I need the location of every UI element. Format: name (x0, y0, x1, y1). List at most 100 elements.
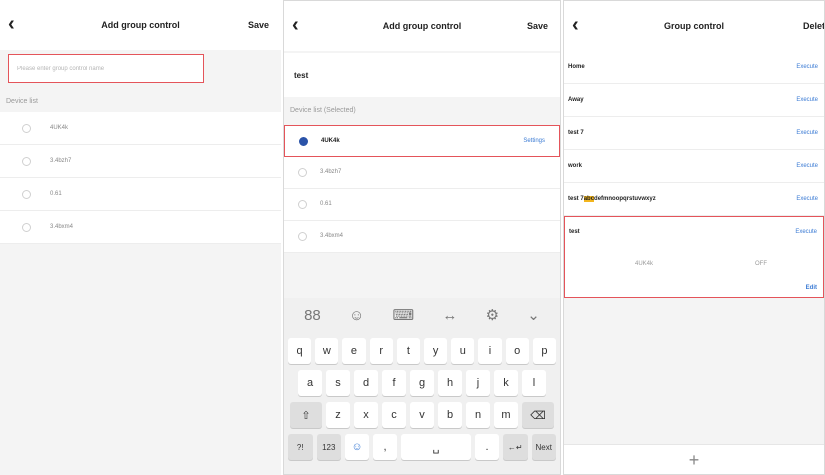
key[interactable]: a (298, 370, 322, 396)
group-row[interactable]: Home Execute (564, 51, 824, 84)
device-row[interactable]: 3.4bzh7 (0, 145, 281, 178)
group-name-field[interactable] (8, 54, 204, 83)
execute-button[interactable]: Execute (796, 97, 818, 103)
comma-key[interactable]: , (373, 434, 397, 460)
key-row-4: ?! 123 ☺ , ␣ . ←↵ Next (284, 434, 560, 460)
key-row-1: q w e r t y u i o p (284, 338, 560, 364)
checkbox[interactable] (22, 223, 31, 232)
key[interactable]: p (532, 338, 557, 364)
shift-key[interactable]: ⇧ (290, 402, 322, 428)
key[interactable]: f (382, 370, 406, 396)
key[interactable]: r (369, 338, 393, 364)
key[interactable]: s (326, 370, 350, 396)
emoji-key[interactable]: ☺ (345, 434, 369, 460)
settings-icon[interactable]: ⚙ (486, 306, 499, 324)
checkbox[interactable] (22, 157, 31, 166)
key[interactable]: i (478, 338, 502, 364)
key[interactable]: c (382, 402, 406, 428)
symbols-key[interactable]: ?! (288, 434, 313, 460)
key[interactable]: w (315, 338, 339, 364)
device-row[interactable]: 3.4bzh7 (284, 157, 560, 189)
key[interactable]: g (410, 370, 434, 396)
device-list: 4UK4k Settings 3.4bzh7 0.61 3.4bxm4 (284, 125, 560, 253)
key[interactable]: d (354, 370, 378, 396)
group-name-highlight: abc (583, 196, 595, 202)
device-row[interactable]: 3.4bxm4 (0, 211, 281, 244)
device-row-selected[interactable]: 4UK4k Settings (284, 125, 560, 157)
plus-icon[interactable]: + (689, 450, 700, 470)
key[interactable]: t (396, 338, 420, 364)
checkbox[interactable] (22, 124, 31, 133)
emoji-icon[interactable]: ☺ (349, 307, 364, 324)
key[interactable]: k (494, 370, 518, 396)
key[interactable]: e (342, 338, 366, 364)
group-row[interactable]: test 7 Execute (564, 117, 824, 150)
key[interactable]: m (494, 402, 518, 428)
key[interactable]: x (354, 402, 378, 428)
numbers-key[interactable]: 123 (316, 434, 341, 460)
space-key[interactable]: ␣ (401, 434, 471, 460)
checkbox[interactable] (298, 232, 307, 241)
key[interactable]: u (451, 338, 475, 364)
language-key[interactable]: ←↵ (503, 434, 528, 460)
device-row[interactable]: 3.4bxm4 (284, 221, 560, 253)
cursor-icon[interactable]: ↔ (442, 307, 457, 324)
key[interactable]: n (466, 402, 490, 428)
apps-icon[interactable]: 88 (304, 307, 321, 324)
device-label: 3.4bxm4 (50, 224, 74, 230)
key[interactable]: l (522, 370, 546, 396)
group-row[interactable]: Away Execute (564, 84, 824, 117)
group-row[interactable]: work Execute (564, 150, 824, 183)
page-title: Group control (664, 21, 724, 31)
group-name-input[interactable] (9, 55, 203, 82)
device-list-label: Device list (Selected) (290, 107, 356, 114)
next-key[interactable]: Next (531, 434, 556, 460)
key[interactable]: h (438, 370, 462, 396)
key-row-3: ⇧ z x c v b n m ⌫ (284, 402, 560, 428)
radio-selected[interactable] (299, 137, 308, 146)
settings-link[interactable]: Settings (523, 138, 545, 144)
execute-button[interactable]: Execute (796, 64, 818, 70)
group-row-expanded[interactable]: test Execute 4UK4k OFF Edit (564, 216, 824, 298)
device-name: 4UK4k (635, 261, 654, 267)
group-name-field[interactable] (284, 53, 560, 97)
device-row[interactable]: 4UK4k (0, 112, 281, 145)
execute-button[interactable]: Execute (795, 229, 817, 235)
execute-button[interactable]: Execute (796, 130, 818, 136)
backspace-key[interactable]: ⌫ (522, 402, 554, 428)
period-key[interactable]: . (475, 434, 499, 460)
delete-button[interactable]: Delete (803, 21, 824, 31)
page-title: Add group control (101, 20, 180, 30)
add-group-bar[interactable]: + (564, 444, 824, 474)
key[interactable]: q (287, 338, 312, 364)
save-button[interactable]: Save (527, 21, 548, 31)
keyboard-icon[interactable]: ⌨ (393, 306, 415, 324)
group-list: Home Execute Away Execute test 7 Execute… (564, 51, 824, 298)
checkbox[interactable] (298, 200, 307, 209)
execute-button[interactable]: Execute (796, 163, 818, 169)
key[interactable]: y (424, 338, 448, 364)
device-row[interactable]: 0.61 (0, 178, 281, 211)
group-name: test 7abcdefmnoopqrstuvwxyz (568, 196, 656, 202)
header: ‹ Add group control Save (0, 0, 281, 50)
device-row[interactable]: 0.61 (284, 189, 560, 221)
key-row-2: a s d f g h j k l (284, 370, 560, 396)
collapse-icon[interactable]: ⌄ (527, 306, 540, 324)
edit-button[interactable]: Edit (806, 285, 817, 291)
execute-button[interactable]: Execute (796, 196, 818, 202)
key[interactable]: o (505, 338, 529, 364)
group-row[interactable]: test 7abcdefmnoopqrstuvwxyz Execute (564, 183, 824, 216)
group-name-input[interactable] (284, 53, 560, 97)
key[interactable]: z (326, 402, 350, 428)
group-name-prefix: test 7 (568, 196, 584, 202)
key[interactable]: v (410, 402, 434, 428)
device-label: 4UK4k (50, 125, 69, 131)
key[interactable]: b (438, 402, 462, 428)
save-button[interactable]: Save (248, 20, 269, 30)
checkbox[interactable] (22, 190, 31, 199)
soft-keyboard: 88 ☺ ⌨ ↔ ⚙ ⌄ q w e r t y u i o p a s d f… (284, 298, 560, 474)
checkbox[interactable] (298, 168, 307, 177)
key[interactable]: j (466, 370, 490, 396)
device-label: 0.61 (320, 201, 332, 207)
header: ‹ Group control Delete (564, 1, 824, 51)
